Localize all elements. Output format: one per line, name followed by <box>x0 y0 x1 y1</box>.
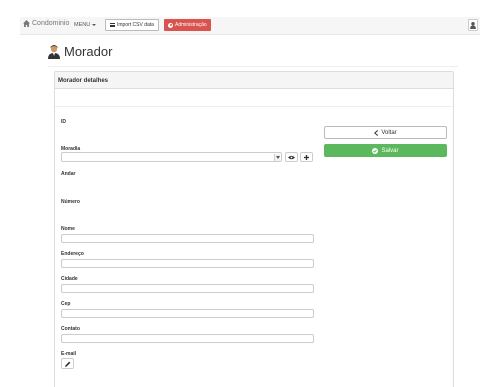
menu-label: MENU <box>74 22 91 28</box>
cep-label: Cep <box>61 301 71 307</box>
email-label: E-mail <box>61 351 77 357</box>
numero-label: Número <box>61 199 80 205</box>
pencil-icon <box>64 361 70 367</box>
import-csv-label: Import CSV data <box>117 21 154 28</box>
plus-icon <box>304 154 309 160</box>
contato-label: Contato <box>61 326 80 332</box>
home-icon <box>23 20 30 27</box>
nome-label: Nome <box>61 226 75 232</box>
cidade-field[interactable] <box>61 284 314 293</box>
list-icon <box>110 23 115 27</box>
chevron-left-icon <box>374 129 379 136</box>
select-arrow-icon <box>274 154 280 161</box>
panel-heading: Morador detalhes <box>55 72 453 89</box>
edit-email-button[interactable] <box>61 358 74 369</box>
caret-down-icon <box>92 23 97 26</box>
person-avatar-icon <box>48 44 60 59</box>
endereco-field[interactable] <box>61 259 314 268</box>
id-label: ID <box>61 119 66 125</box>
user-icon <box>470 21 476 29</box>
morador-detalhes-panel: Morador detalhes ID Moradia Andar Número… <box>54 71 454 387</box>
nome-field[interactable] <box>61 234 314 243</box>
brand-label: Condominio <box>32 20 70 27</box>
title-divider <box>48 66 458 67</box>
page-title: Morador <box>64 44 113 59</box>
moradia-select[interactable] <box>61 152 282 162</box>
menu-dropdown[interactable]: MENU <box>74 22 97 28</box>
top-navbar: Condominio MENU Import CSV data Administ… <box>20 17 480 35</box>
user-menu-button[interactable] <box>468 19 478 31</box>
cep-field[interactable] <box>61 309 314 318</box>
page-header: Morador <box>48 44 112 59</box>
add-moradia-button[interactable] <box>300 152 313 162</box>
import-csv-button[interactable]: Import CSV data <box>105 19 159 31</box>
administracao-button[interactable]: Administração <box>164 19 211 31</box>
salvar-label: Salvar <box>381 147 399 154</box>
brand-link[interactable]: Condominio <box>23 20 69 27</box>
view-moradia-button[interactable] <box>285 152 298 162</box>
contato-field[interactable] <box>61 334 314 343</box>
andar-label: Andar <box>61 171 76 177</box>
eye-icon <box>288 155 295 159</box>
administracao-label: Administração <box>175 22 207 28</box>
cidade-label: Cidade <box>61 276 78 282</box>
endereco-label: Endereço <box>61 251 84 257</box>
ok-circle-icon <box>372 147 379 154</box>
salvar-button[interactable]: Salvar <box>324 144 447 157</box>
voltar-button[interactable]: Voltar <box>324 126 447 139</box>
panel-divider <box>55 106 453 107</box>
gear-icon <box>168 22 173 28</box>
voltar-label: Voltar <box>381 129 397 136</box>
